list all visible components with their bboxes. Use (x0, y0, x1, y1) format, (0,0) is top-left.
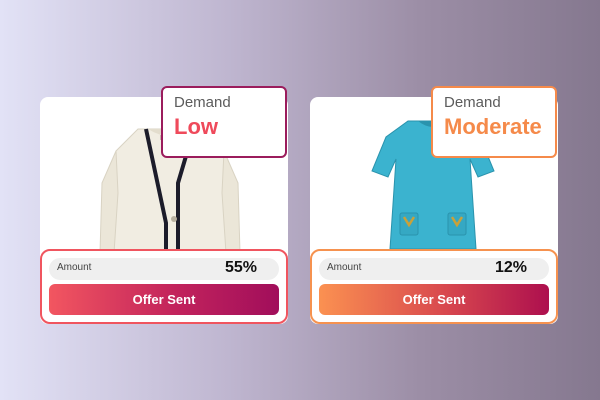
product-card-cardigan: Demand Low Amount 55% Offer Sent (40, 86, 288, 324)
amount-row: Amount 55% (49, 258, 279, 280)
demand-label: Demand (174, 94, 231, 111)
amount-value: 12% (494, 259, 527, 276)
amount-value: 55% (224, 259, 257, 276)
offer-panel: Amount 55% Offer Sent (40, 249, 288, 324)
offer-sent-button[interactable]: Offer Sent (319, 284, 549, 315)
offer-panel: Amount 12% Offer Sent (310, 249, 558, 324)
demand-value: Moderate (444, 114, 542, 139)
demand-badge: Demand Moderate (431, 86, 557, 158)
demand-label: Demand (444, 94, 501, 111)
amount-label: Amount (327, 262, 362, 273)
amount-row: Amount 12% (319, 258, 549, 280)
demand-badge: Demand Low (161, 86, 287, 158)
product-card-dress: Demand Moderate Amount 12% Offer Sent (310, 86, 558, 324)
amount-label: Amount (57, 262, 92, 273)
demand-value: Low (174, 114, 218, 139)
offer-sent-button[interactable]: Offer Sent (49, 284, 279, 315)
